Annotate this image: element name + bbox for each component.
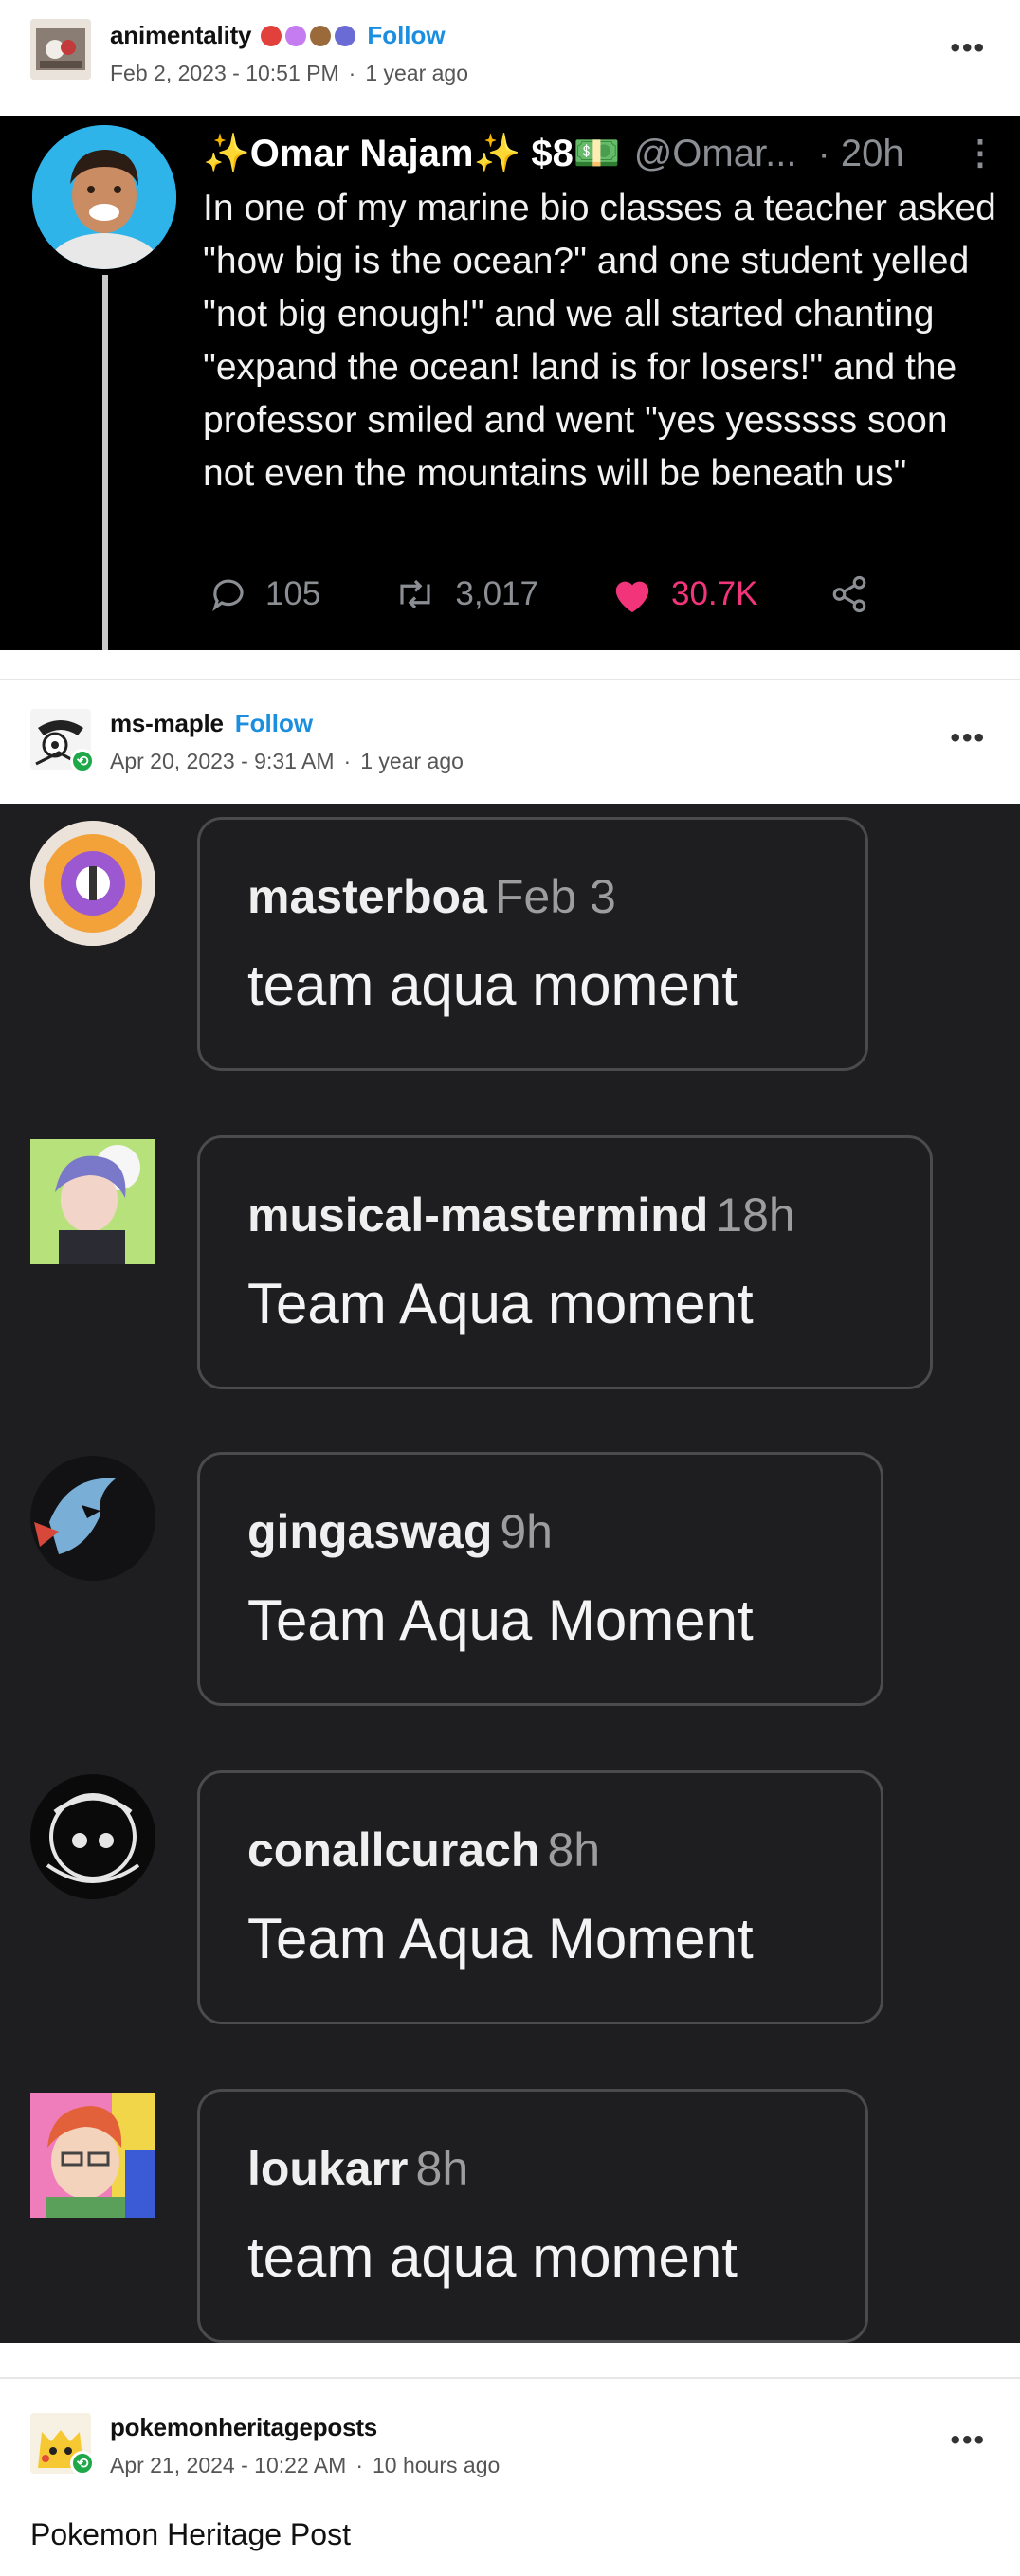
reblog-icon: ⟲ — [70, 749, 95, 773]
post-divider — [0, 679, 1020, 680]
comment-time: 8h — [415, 2142, 469, 2195]
badge-icon[interactable] — [285, 25, 307, 46]
blog-name[interactable]: animentality — [110, 21, 252, 50]
comment-avatar — [30, 1139, 155, 1264]
blog-badges — [261, 25, 356, 46]
more-options-icon[interactable]: ••• — [950, 2424, 986, 2457]
retweet-icon — [400, 579, 430, 609]
like-action: 30.7K — [610, 574, 757, 614]
reply-count: 105 — [265, 575, 321, 612]
post-divider — [0, 2377, 1020, 2379]
follow-button[interactable]: Follow — [235, 709, 313, 738]
comment-user-line: gingaswag 9h — [247, 1504, 553, 1559]
tweet-text: In one of my marine bio classes a teache… — [203, 188, 996, 494]
comment-username: musical-mastermind — [247, 1188, 709, 1242]
blog-name[interactable]: ms-maple — [110, 709, 224, 738]
comment-time: Feb 3 — [494, 870, 616, 923]
comment-bubble: masterboa Feb 3 team aqua moment — [197, 817, 868, 1071]
post-header-ms-maple: ⟲ ms-maple Follow Apr 20, 2023 - 9:31 AM… — [0, 688, 1020, 804]
tweet-time: · 20h — [817, 133, 904, 174]
comment-avatar — [30, 1456, 155, 1581]
follow-button[interactable]: Follow — [367, 21, 445, 50]
comment-text: Team Aqua moment — [247, 1272, 754, 1335]
like-count: 30.7K — [671, 575, 758, 612]
post-header-pokemonheritageposts: ⟲ pokemonheritageposts Apr 21, 2024 - 10… — [0, 2386, 1020, 2502]
post-meta: Feb 2, 2023 - 10:51 PM · 1 year ago — [110, 61, 469, 85]
comment-bubble: gingaswag 9h Team Aqua Moment — [197, 1452, 883, 1706]
comment-username: gingaswag — [247, 1505, 493, 1558]
comment-avatar — [30, 2093, 155, 2218]
comment-bubble: musical-mastermind 18h Team Aqua moment — [197, 1135, 933, 1389]
post-body-text: Pokemon Heritage Post — [30, 2517, 351, 2551]
tweet-avatar — [32, 125, 176, 269]
comment-time: 8h — [547, 1823, 601, 1877]
post-age: 1 year ago — [365, 61, 469, 85]
blog-name[interactable]: pokemonheritageposts — [110, 2413, 377, 2442]
comment-bubble: conallcurach 8h Team Aqua Moment — [197, 1770, 883, 2024]
comment-username: loukarr — [247, 2142, 409, 2195]
post-header-animentality: animentality Follow Feb 2, 2023 - 10:51 … — [0, 0, 1020, 116]
comment-text: team aqua moment — [247, 953, 738, 1017]
comment-text: Team Aqua Moment — [247, 1588, 754, 1652]
comment-avatar — [30, 821, 155, 946]
thread-line — [102, 275, 108, 650]
comment-username: conallcurach — [247, 1823, 540, 1877]
more-options-icon[interactable]: ••• — [950, 32, 986, 64]
post-age: 1 year ago — [360, 749, 464, 773]
comment-user-line: musical-mastermind 18h — [247, 1188, 795, 1243]
reblog-icon: ⟲ — [70, 2451, 95, 2476]
tweet-screenshot: ✨Omar Najam✨ $8💵 @Omar... · 20h ⋮ In one… — [0, 116, 1020, 650]
comment-user-line: masterboa Feb 3 — [247, 869, 616, 924]
comment-time: 18h — [716, 1188, 795, 1242]
comment-text: team aqua moment — [247, 2225, 738, 2289]
comment-username: masterboa — [247, 870, 487, 923]
kebab-icon: ⋮ — [963, 133, 997, 172]
badge-icon[interactable] — [310, 25, 332, 46]
tweet-header: ✨Omar Najam✨ $8💵 @Omar... · 20h — [203, 131, 904, 175]
post-date[interactable]: Apr 20, 2023 - 9:31 AM — [110, 749, 335, 773]
tweet-display-name: ✨Omar Najam✨ $8💵 — [203, 133, 621, 174]
reply-action: 105 — [209, 574, 320, 614]
comment-bubble: loukarr 8h team aqua moment — [197, 2089, 868, 2343]
badge-icon[interactable] — [261, 25, 282, 46]
share-icon — [833, 575, 866, 613]
tweet-handle: @Omar... — [633, 133, 797, 174]
more-options-icon[interactable]: ••• — [950, 722, 986, 754]
post-age: 10 hours ago — [373, 2453, 501, 2477]
tweet-actions: 105 3,017 30.7K — [209, 574, 886, 614]
comment-time: 9h — [500, 1505, 553, 1558]
post-date[interactable]: Feb 2, 2023 - 10:51 PM — [110, 61, 339, 85]
comments-screenshot: masterboa Feb 3 team aqua moment musical-… — [0, 804, 1020, 2343]
comment-text: Team Aqua Moment — [247, 1907, 754, 1970]
share-action — [829, 574, 886, 614]
comment-user-line: conallcurach 8h — [247, 1823, 600, 1878]
badge-icon[interactable] — [335, 25, 356, 46]
post-meta: Apr 21, 2024 - 10:22 AM · 10 hours ago — [110, 2453, 501, 2477]
post-date[interactable]: Apr 21, 2024 - 10:22 AM — [110, 2453, 346, 2477]
retweet-action: 3,017 — [392, 574, 538, 614]
reply-icon — [212, 579, 244, 612]
avatar[interactable] — [30, 19, 91, 80]
retweet-count: 3,017 — [455, 575, 538, 612]
post-meta: Apr 20, 2023 - 9:31 AM · 1 year ago — [110, 749, 464, 773]
comment-avatar — [30, 1774, 155, 1899]
heart-icon — [615, 581, 649, 613]
comment-user-line: loukarr 8h — [247, 2141, 468, 2196]
